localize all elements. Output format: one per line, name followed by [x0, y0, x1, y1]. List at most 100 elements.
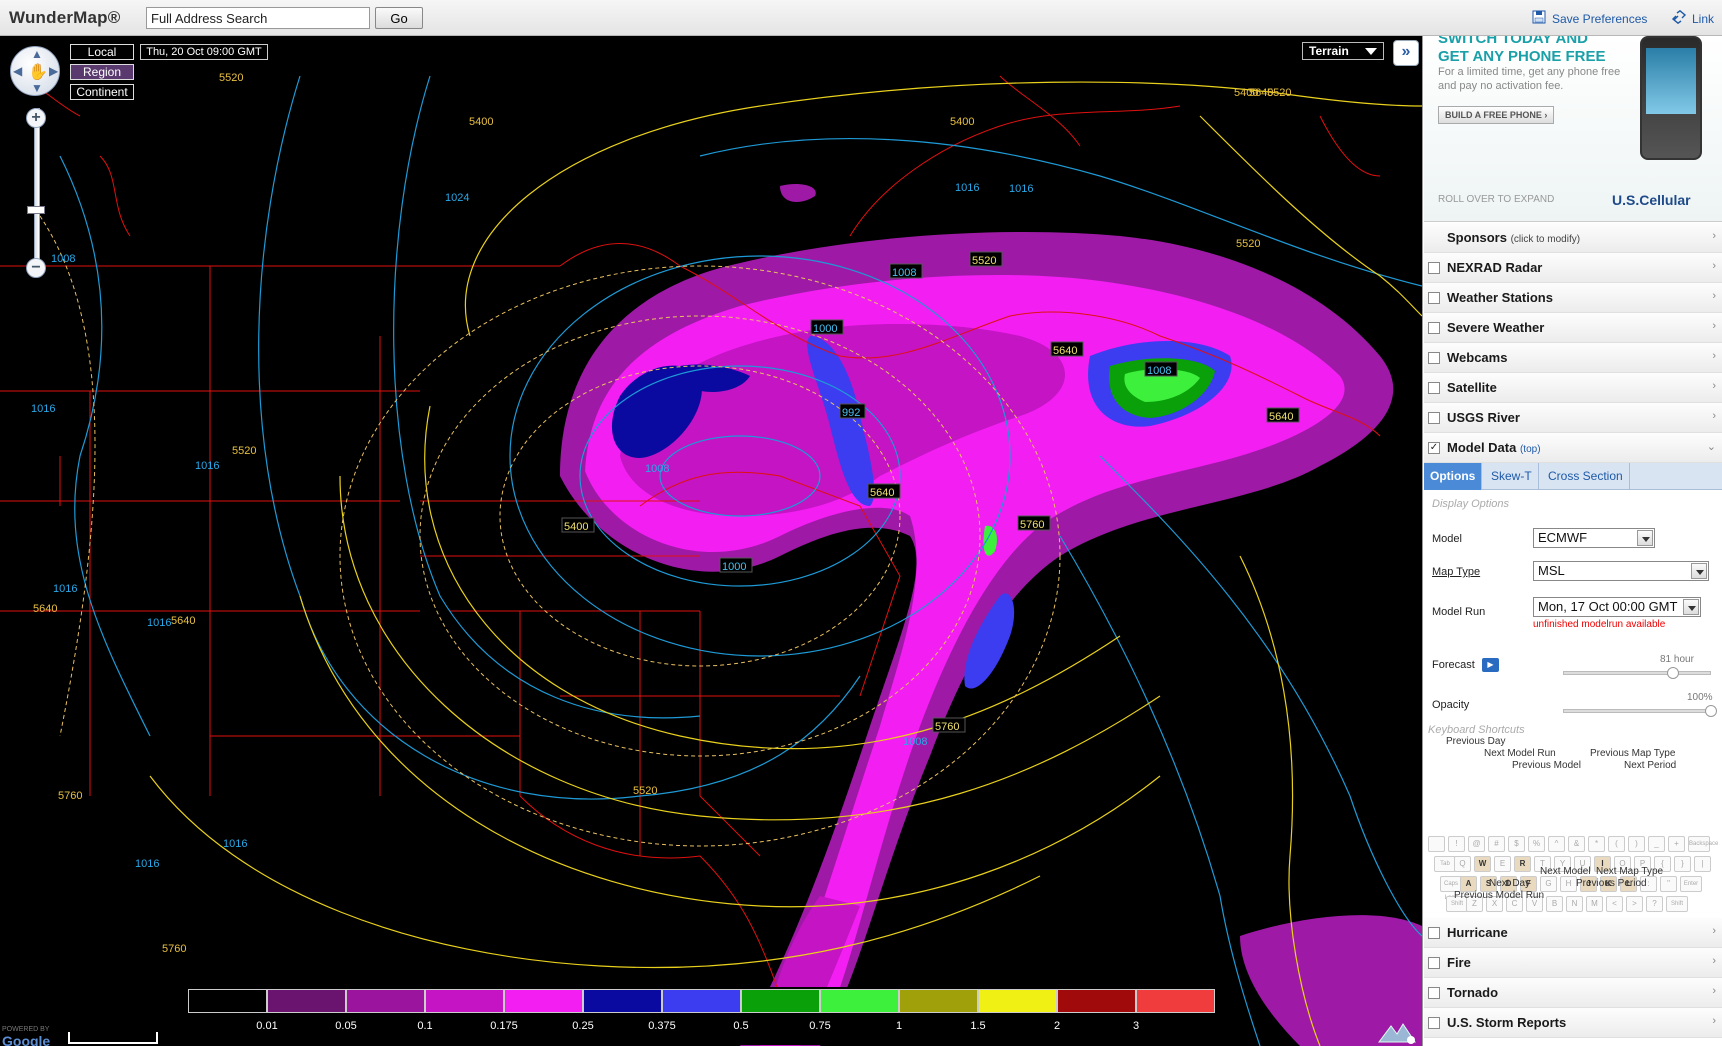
map-type-select-value: MSL — [1538, 563, 1565, 578]
terrain-select[interactable]: Terrain — [1302, 42, 1384, 60]
advertisement-banner[interactable]: SWITCH TODAY AND GET ANY PHONE FREE For … — [1424, 36, 1722, 222]
keyboard-key: % — [1528, 836, 1545, 852]
tab-options[interactable]: Options — [1424, 463, 1483, 490]
contour-label: 1024 — [445, 192, 469, 204]
chevron-right-icon: › — [1712, 410, 1716, 422]
model-data-checkbox[interactable]: ✓ — [1428, 442, 1440, 454]
keyboard-key: | — [1694, 856, 1711, 872]
view-region-button[interactable]: Region — [70, 64, 134, 80]
keyboard-key: $ — [1508, 836, 1525, 852]
address-search-input[interactable] — [146, 7, 370, 29]
layer-weather-stations[interactable]: Weather Stations › — [1424, 283, 1722, 313]
pan-down-icon[interactable]: ▼ — [31, 81, 43, 95]
legend-label: 2 — [1053, 1020, 1061, 1032]
satellite-checkbox[interactable] — [1428, 382, 1440, 394]
ad-headline-line-1: SWITCH TODAY AND — [1438, 36, 1589, 47]
model-run-select[interactable]: Mon, 17 Oct 00:00 GMT — [1533, 597, 1701, 617]
model-select[interactable]: ECMWF — [1533, 528, 1655, 548]
view-local-button[interactable]: Local — [70, 44, 134, 60]
hurricane-label: Hurricane — [1447, 925, 1508, 940]
legend-label: 0.5 — [733, 1020, 749, 1032]
pan-right-icon[interactable]: ▶ — [49, 64, 58, 78]
keyboard-key: Enter — [1680, 876, 1702, 892]
u-s-storm-reports-checkbox[interactable] — [1428, 1017, 1440, 1029]
opacity-slider-knob[interactable] — [1705, 705, 1717, 717]
keyboard-shortcut-label: Next Map Type — [1596, 866, 1664, 877]
wundermap-logo[interactable]: WunderMap® — [9, 8, 121, 28]
layer-u-s-storm-reports[interactable]: U.S. Storm Reports › — [1424, 1008, 1722, 1038]
view-continent-button[interactable]: Continent — [70, 84, 134, 100]
pan-control[interactable]: ▲ ▼ ◀ ▶ ✋ — [10, 46, 60, 96]
tab-cross-section[interactable]: Cross Section — [1542, 463, 1630, 490]
ad-roll-over[interactable]: ROLL OVER TO EXPAND — [1438, 194, 1554, 205]
contour-label: 1000 — [722, 561, 746, 573]
save-preferences-link[interactable]: Save Preferences — [1532, 10, 1647, 27]
zoom-in-button[interactable]: + — [26, 108, 46, 128]
link-link[interactable]: Link — [1671, 9, 1714, 27]
chevron-right-icon: › — [1712, 925, 1716, 937]
opacity-slider[interactable] — [1563, 709, 1711, 713]
legend-label: 0.25 — [572, 1020, 594, 1032]
fire-checkbox[interactable] — [1428, 957, 1440, 969]
terrain-select-value: Terrain — [1309, 44, 1349, 58]
ad-body: For a limited time, get any phone free a… — [1438, 66, 1621, 92]
hurricane-checkbox[interactable] — [1428, 927, 1440, 939]
layer-usgs-river[interactable]: USGS River › — [1424, 403, 1722, 433]
zoom-slider-track[interactable] — [34, 108, 40, 268]
map-canvas[interactable]: 5520 5400 5400 5520 5520 5520 5640 5640 5760 5760… — [0, 36, 1422, 1046]
tornado-checkbox[interactable] — [1428, 987, 1440, 999]
contour-label: 5520 — [1236, 238, 1260, 250]
severe-weather-checkbox[interactable] — [1428, 322, 1440, 334]
layer-tornado[interactable]: Tornado › — [1424, 978, 1722, 1008]
legend-swatch — [662, 989, 741, 1013]
heights-yellow — [149, 81, 1422, 1046]
keyboard-shortcut-label: Previous Model — [1512, 760, 1581, 771]
play-icon[interactable]: ▶ — [1482, 658, 1499, 672]
nexrad-radar-checkbox[interactable] — [1428, 262, 1440, 274]
layer-nexrad-radar[interactable]: NEXRAD Radar › — [1424, 253, 1722, 283]
keyboard-shortcut-label: Next Period — [1624, 760, 1677, 771]
layer-webcams[interactable]: Webcams › — [1424, 343, 1722, 373]
keyboard-key: ^ — [1548, 836, 1565, 852]
tornado-label: Tornado — [1447, 985, 1499, 1000]
double-chevron-right-icon[interactable]: » — [1393, 40, 1419, 66]
map-type-select[interactable]: MSL — [1533, 561, 1709, 581]
legend-label: 3 — [1132, 1020, 1140, 1032]
tab-skew-t[interactable]: Skew-T — [1485, 463, 1539, 490]
keyboard-key: # — [1488, 836, 1505, 852]
layer-hurricane[interactable]: Hurricane › — [1424, 918, 1722, 948]
go-button[interactable]: Go — [375, 7, 423, 29]
contour-label: 1008 — [645, 463, 669, 475]
pan-left-icon[interactable]: ◀ — [13, 64, 22, 78]
forecast-slider-knob[interactable] — [1666, 667, 1679, 679]
contour-label: 5640 — [870, 487, 894, 499]
mountain-logo-icon[interactable] — [1377, 1016, 1417, 1044]
layer-satellite[interactable]: Satellite › — [1424, 373, 1722, 403]
weather-map[interactable]: 5520 5400 5400 5520 5520 5520 5640 5640 5760 5760… — [0, 36, 1422, 1046]
webcams-checkbox[interactable] — [1428, 352, 1440, 364]
legend-swatch — [1057, 989, 1136, 1013]
zoom-out-button[interactable]: − — [26, 258, 46, 278]
ad-cta-button[interactable]: BUILD A FREE PHONE › — [1438, 106, 1555, 124]
contour-label: 1008 — [892, 267, 916, 279]
keyboard-key: H — [1560, 876, 1577, 892]
chevron-right-icon: › — [1712, 350, 1716, 362]
chevron-right-icon: › — [1712, 290, 1716, 302]
map-timestamp: Thu, 20 Oct 09:00 GMT — [140, 44, 268, 60]
ad-brand-logo[interactable]: U.S.Cellular — [1612, 192, 1691, 208]
fire-label: Fire — [1447, 955, 1471, 970]
usgs-river-checkbox[interactable] — [1428, 412, 1440, 424]
layer-fire[interactable]: Fire › — [1424, 948, 1722, 978]
weather-stations-checkbox[interactable] — [1428, 292, 1440, 304]
contour-label: 5760 — [162, 943, 186, 955]
map-type-label[interactable]: Map Type — [1432, 566, 1480, 578]
keyboard-key: < — [1606, 896, 1623, 912]
google-logo[interactable]: Google — [2, 1033, 50, 1046]
legend-label: 0.01 — [256, 1020, 278, 1032]
sponsors-row[interactable]: Sponsors (click to modify) › — [1424, 223, 1722, 253]
pan-up-icon[interactable]: ▲ — [31, 47, 43, 61]
layer-model-data[interactable]: ✓ Model Data (top) ⌄ — [1424, 433, 1722, 463]
layer-severe-weather[interactable]: Severe Weather › — [1424, 313, 1722, 343]
forecast-slider[interactable] — [1563, 671, 1711, 675]
zoom-slider-knob[interactable] — [27, 206, 45, 214]
